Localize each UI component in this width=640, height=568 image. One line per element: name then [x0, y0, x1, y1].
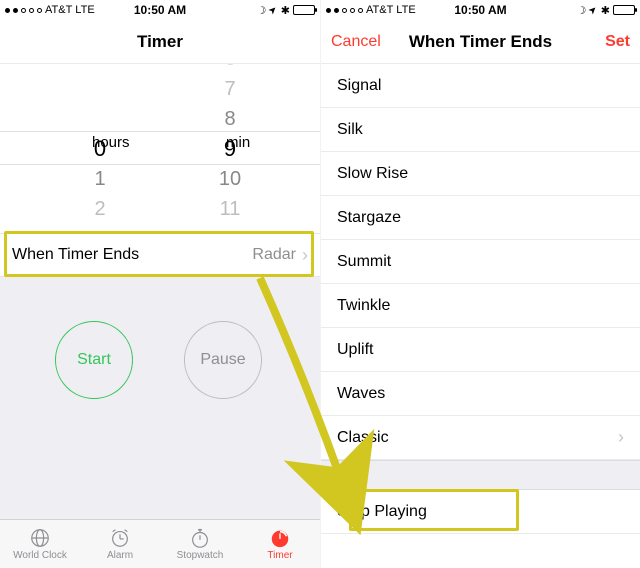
globe-icon: [28, 527, 52, 549]
tab-timer[interactable]: Timer: [240, 520, 320, 568]
sound-row-classic[interactable]: Classic ›: [321, 416, 640, 460]
tab-stopwatch[interactable]: Stopwatch: [160, 520, 240, 568]
sound-row-summit[interactable]: Summit: [321, 240, 640, 284]
battery-icon: [293, 5, 315, 15]
cancel-button[interactable]: Cancel: [331, 33, 381, 51]
sound-row-twinkle[interactable]: Twinkle: [321, 284, 640, 328]
sound-row-uplift[interactable]: Uplift: [321, 328, 640, 372]
tab-alarm[interactable]: Alarm: [80, 520, 160, 568]
chevron-right-icon: ›: [618, 427, 624, 448]
ends-value: Radar: [252, 246, 296, 264]
list-section-gap: [321, 460, 640, 490]
min-label: min: [226, 134, 250, 151]
sound-list: Signal Silk Slow Rise Stargaze Summit Tw…: [321, 64, 640, 534]
nav-bar: Timer: [0, 20, 320, 64]
page-title: When Timer Ends: [409, 32, 552, 52]
start-button[interactable]: Start: [55, 321, 133, 399]
alarm-icon: [108, 527, 132, 549]
sound-row-silk[interactable]: Silk: [321, 108, 640, 152]
tab-bar: World Clock Alarm Stopwatch Timer: [0, 519, 320, 568]
status-bar: AT&T LTE 10:50 AM ✱: [321, 0, 640, 20]
timer-icon: [268, 527, 292, 549]
sound-row-slow-rise[interactable]: Slow Rise: [321, 152, 640, 196]
set-button[interactable]: Set: [605, 33, 630, 51]
sound-row-signal[interactable]: Signal: [321, 64, 640, 108]
hours-label: hours: [92, 134, 130, 151]
stopwatch-icon: [188, 527, 212, 549]
pause-button[interactable]: Pause: [184, 321, 262, 399]
sound-row-waves[interactable]: Waves: [321, 372, 640, 416]
time-picker[interactable]: 0 1 2 3 hours 6 7 8 9 10 11 12 min: [0, 64, 320, 233]
tab-world-clock[interactable]: World Clock: [0, 520, 80, 568]
page-title: Timer: [137, 32, 183, 52]
chevron-right-icon: ›: [302, 245, 308, 266]
nav-bar: Cancel When Timer Ends Set: [321, 20, 640, 64]
sound-row-stargaze[interactable]: Stargaze: [321, 196, 640, 240]
when-timer-ends-row[interactable]: When Timer Ends Radar ›: [0, 233, 320, 277]
stop-playing-row[interactable]: Stop Playing: [321, 490, 640, 534]
status-bar: AT&T LTE 10:50 AM ✱: [0, 0, 320, 20]
battery-icon: [613, 5, 635, 15]
ends-label: When Timer Ends: [12, 246, 139, 264]
buttons-area: Start Pause: [0, 277, 320, 519]
